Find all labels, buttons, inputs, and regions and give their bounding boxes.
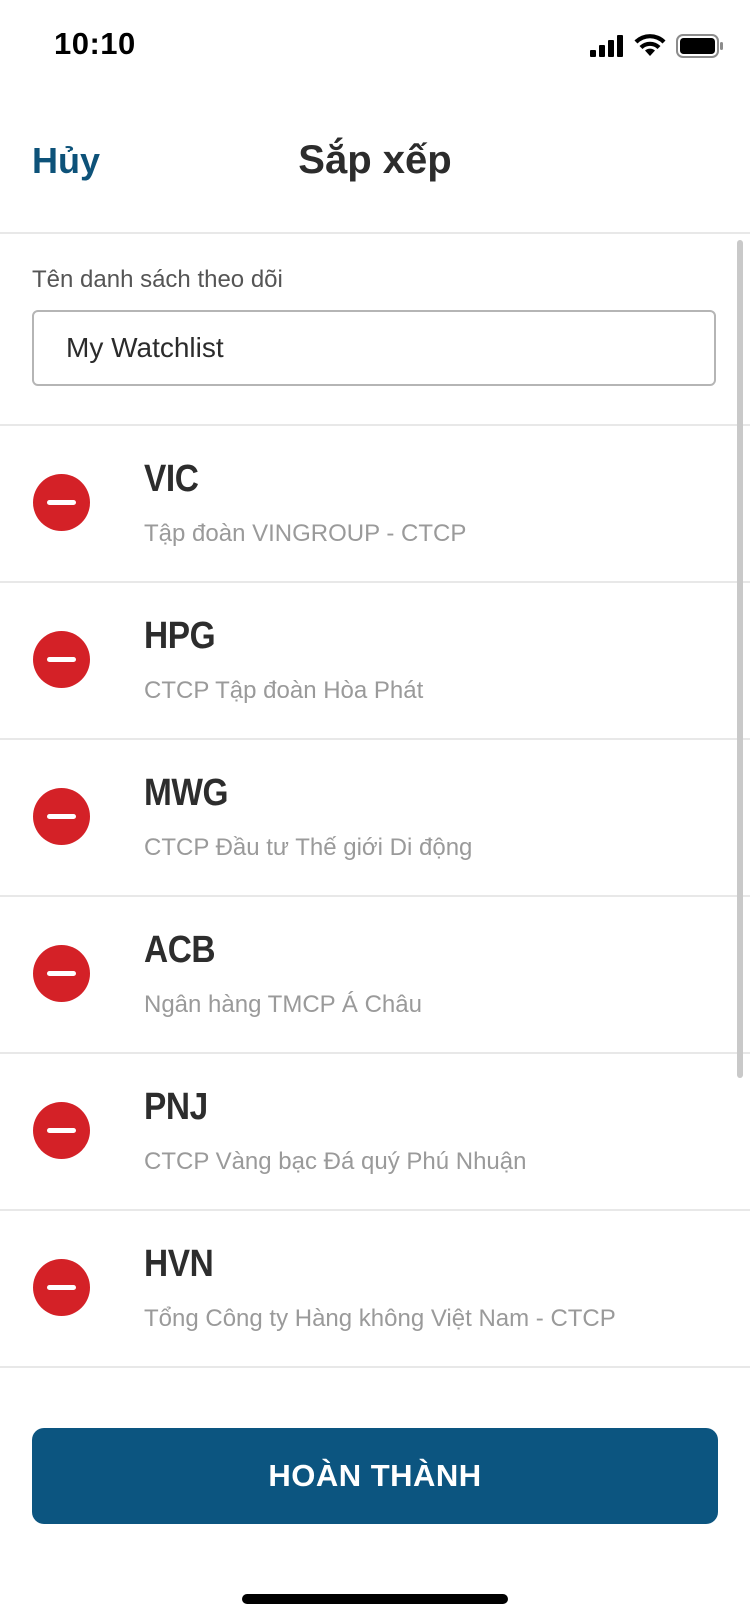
watchlist-name-section: Tên danh sách theo dõi	[0, 234, 750, 426]
stock-company: Tập đoàn VINGROUP - CTCP	[144, 520, 467, 547]
stock-company: CTCP Đầu tư Thế giới Di động	[144, 834, 473, 861]
watchlist-name-label: Tên danh sách theo dõi	[32, 266, 283, 293]
stock-ticker: MWG	[144, 772, 229, 814]
list-item: MWG CTCP Đầu tư Thế giới Di động	[0, 740, 750, 897]
stock-ticker: HPG	[144, 615, 216, 657]
status-bar: 10:10	[0, 0, 750, 92]
stock-ticker: VIC	[144, 458, 199, 500]
remove-icon[interactable]	[33, 1102, 90, 1159]
cellular-signal-icon	[590, 35, 623, 57]
home-indicator	[242, 1594, 508, 1604]
done-button[interactable]: HOÀN THÀNH	[32, 1428, 718, 1524]
stock-ticker: HVN	[144, 1243, 214, 1285]
status-time: 10:10	[54, 26, 136, 61]
remove-icon[interactable]	[33, 631, 90, 688]
remove-icon[interactable]	[33, 788, 90, 845]
stock-company: CTCP Vàng bạc Đá quý Phú Nhuận	[144, 1148, 527, 1175]
list-item: VIC Tập đoàn VINGROUP - CTCP	[0, 426, 750, 583]
list-item: HPG CTCP Tập đoàn Hòa Phát	[0, 583, 750, 740]
status-icons	[590, 32, 724, 60]
remove-icon[interactable]	[33, 945, 90, 1002]
nav-bar: Hủy Sắp xếp	[0, 100, 750, 234]
remove-icon[interactable]	[33, 1259, 90, 1316]
battery-icon	[676, 34, 723, 58]
stock-company: Ngân hàng TMCP Á Châu	[144, 991, 422, 1018]
stock-list: VIC Tập đoàn VINGROUP - CTCP HPG CTCP Tậ…	[0, 426, 750, 1368]
stock-ticker: ACB	[144, 929, 216, 971]
remove-icon[interactable]	[33, 474, 90, 531]
watchlist-name-input[interactable]	[32, 310, 716, 386]
list-item: HVN Tổng Công ty Hàng không Việt Nam - C…	[0, 1211, 750, 1368]
list-item: PNJ CTCP Vàng bạc Đá quý Phú Nhuận	[0, 1054, 750, 1211]
page-title: Sắp xếp	[298, 138, 452, 182]
list-item: ACB Ngân hàng TMCP Á Châu	[0, 897, 750, 1054]
wifi-icon	[634, 34, 666, 56]
stock-company: CTCP Tập đoàn Hòa Phát	[144, 677, 424, 704]
scrollbar[interactable]	[737, 240, 743, 1078]
stock-company: Tổng Công ty Hàng không Việt Nam - CTCP	[144, 1305, 616, 1332]
stock-ticker: PNJ	[144, 1086, 208, 1128]
